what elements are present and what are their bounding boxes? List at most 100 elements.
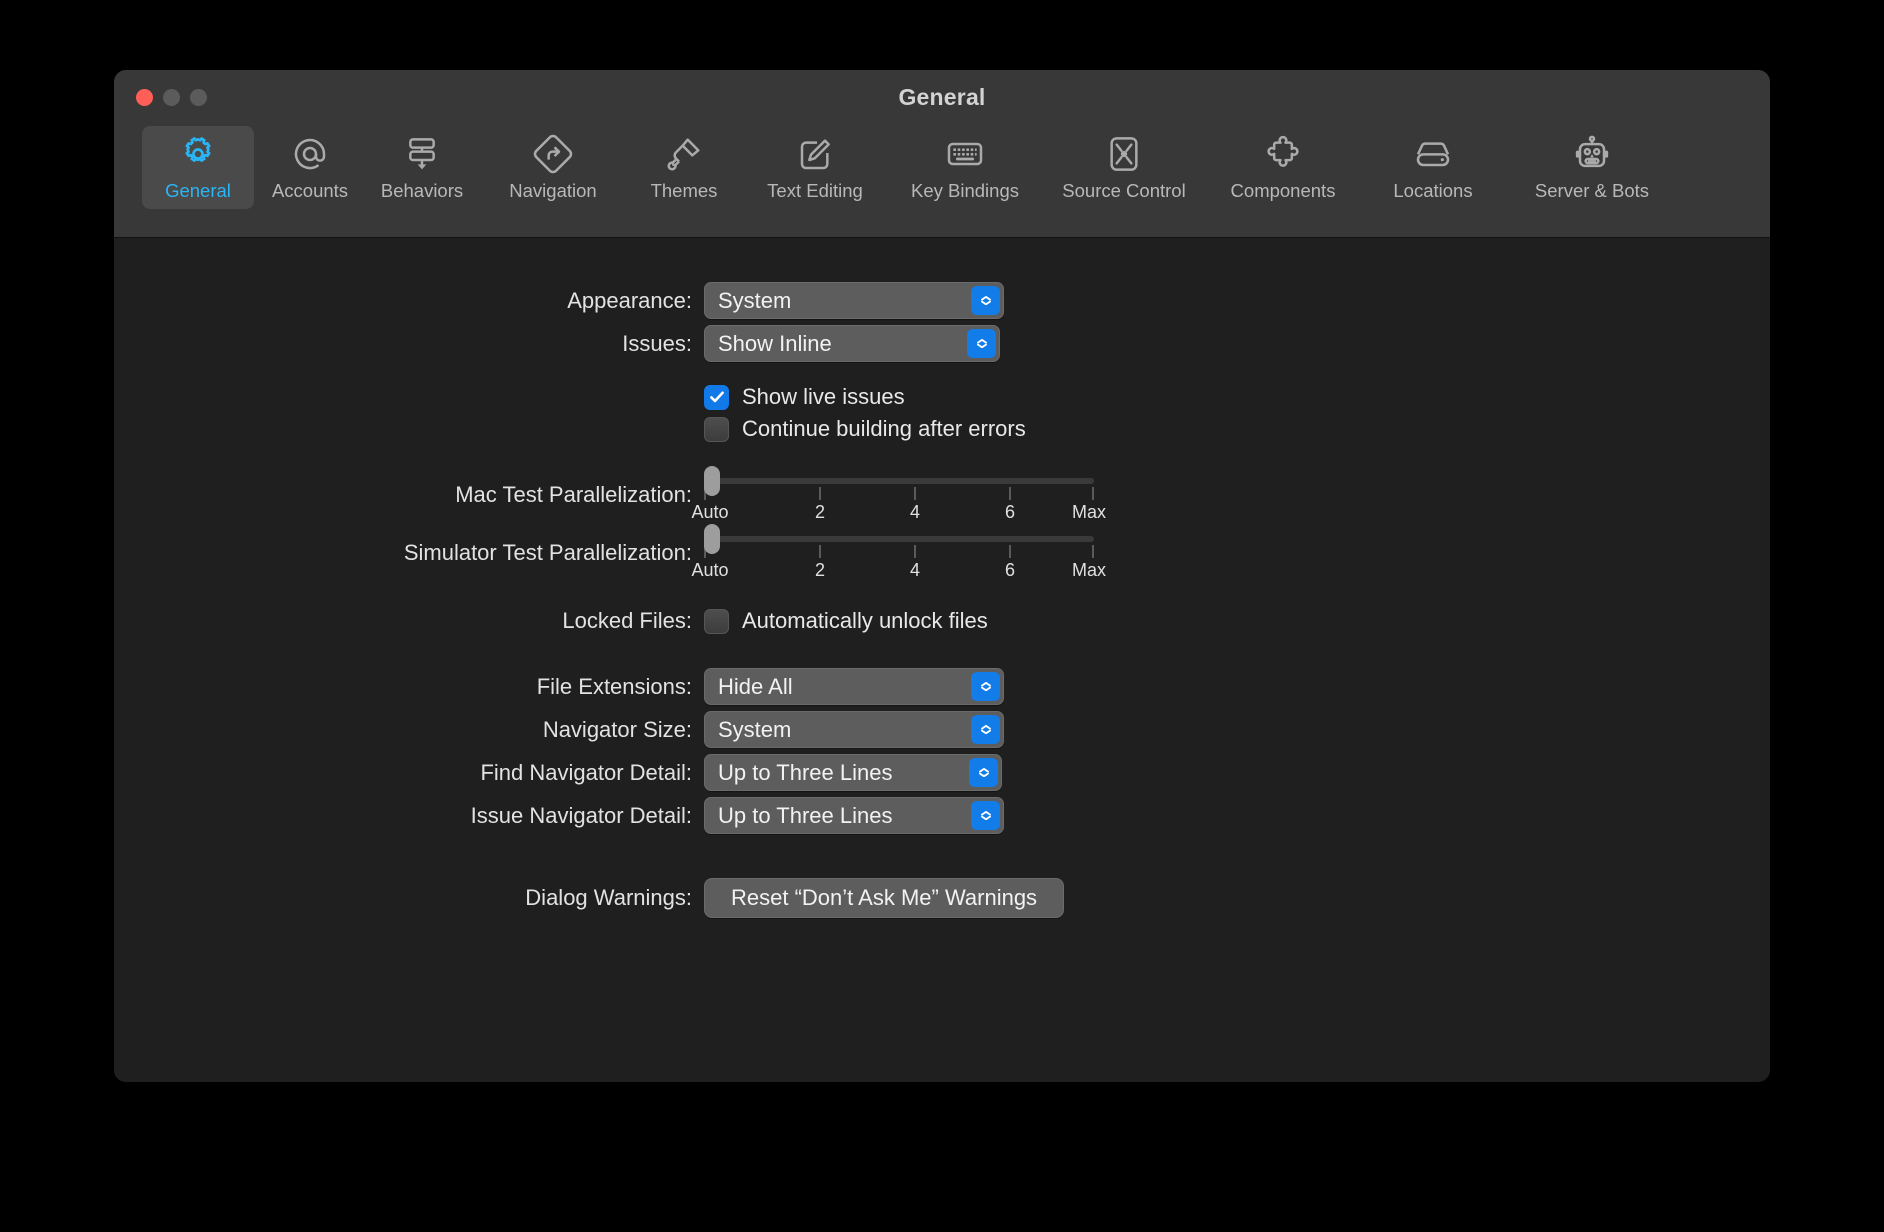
gear-icon bbox=[178, 134, 218, 174]
simulator-parallelization-slider[interactable]: Auto 2 4 6 Max bbox=[691, 524, 1106, 586]
tick-label: Auto bbox=[691, 560, 729, 580]
row-locked-files: Locked Files: Automatically unlock files bbox=[114, 608, 1770, 634]
issue-navigator-detail-popup[interactable]: Up to Three Lines bbox=[704, 797, 1004, 834]
tick-label: Auto bbox=[691, 502, 729, 522]
automatically-unlock-files-label: Automatically unlock files bbox=[742, 608, 988, 633]
tab-components[interactable]: Components bbox=[1208, 126, 1358, 209]
tab-source-control-label: Source Control bbox=[1062, 180, 1186, 201]
mac-parallelization-slider[interactable]: Auto 2 4 6 Max bbox=[691, 466, 1106, 528]
general-preferences-pane: Appearance: System Issues: Show Inline S… bbox=[114, 238, 1770, 1081]
tab-text-editing-label: Text Editing bbox=[767, 180, 863, 201]
automatically-unlock-files-checkbox[interactable] bbox=[704, 608, 729, 634]
row-navigator-size: Navigator Size: System bbox=[114, 711, 1770, 748]
chevron-updown-icon[interactable] bbox=[971, 801, 1000, 830]
show-live-issues-label: Show live issues bbox=[742, 384, 905, 409]
simulator-parallelization-label: Simulator Test Parallelization: bbox=[403, 540, 692, 565]
tab-locations-label: Locations bbox=[1393, 180, 1473, 201]
appearance-popup[interactable]: System bbox=[704, 282, 1004, 319]
row-dialog-warnings: Dialog Warnings: Reset “Don’t Ask Me” Wa… bbox=[114, 878, 1770, 918]
tab-themes-label: Themes bbox=[650, 180, 718, 201]
row-find-navigator-detail: Find Navigator Detail: Up to Three Lines bbox=[114, 754, 1770, 791]
row-mac-parallelization: Mac Test Parallelization: Auto 2 4 6 Max bbox=[114, 466, 1770, 528]
locked-files-label: Locked Files: bbox=[562, 608, 692, 633]
tab-source-control[interactable]: Source Control bbox=[1040, 126, 1208, 209]
mac-parallelization-tick-labels: Auto 2 4 6 Max bbox=[691, 502, 1106, 528]
preferences-toolbar: General Accounts Behaviors Navigation Th… bbox=[114, 126, 1770, 209]
tab-key-bindings-label: Key Bindings bbox=[911, 180, 1019, 201]
row-show-live-issues: Show live issues bbox=[114, 384, 1770, 410]
behaviors-icon bbox=[402, 134, 442, 174]
tab-server-and-bots-label: Server & Bots bbox=[1534, 180, 1650, 201]
tick-label: 6 bbox=[1004, 560, 1016, 580]
navigation-icon bbox=[533, 134, 573, 174]
paintbrush-icon bbox=[664, 134, 704, 174]
issue-navigator-detail-value: Up to Three Lines bbox=[718, 802, 893, 828]
tab-accounts-label: Accounts bbox=[271, 180, 349, 201]
tick-label: 4 bbox=[909, 560, 921, 580]
slider-thumb[interactable] bbox=[704, 524, 720, 554]
continue-building-checkbox[interactable] bbox=[704, 416, 729, 442]
find-navigator-detail-popup[interactable]: Up to Three Lines bbox=[704, 754, 1002, 791]
slider-thumb[interactable] bbox=[704, 466, 720, 496]
issue-navigator-detail-label: Issue Navigator Detail: bbox=[470, 802, 692, 828]
tab-navigation[interactable]: Navigation bbox=[478, 126, 628, 209]
tab-behaviors-label: Behaviors bbox=[380, 180, 464, 201]
show-live-issues-checkbox-row[interactable]: Show live issues bbox=[704, 384, 905, 410]
tab-accounts[interactable]: Accounts bbox=[254, 126, 366, 209]
text-editing-icon bbox=[795, 134, 835, 174]
continue-building-label: Continue building after errors bbox=[742, 416, 1026, 441]
tab-text-editing[interactable]: Text Editing bbox=[740, 126, 890, 209]
find-navigator-detail-label: Find Navigator Detail: bbox=[480, 759, 692, 785]
chevron-updown-icon[interactable] bbox=[967, 329, 996, 358]
dialog-warnings-label: Dialog Warnings: bbox=[525, 885, 692, 910]
at-sign-icon bbox=[290, 134, 330, 174]
locked-files-checkbox-row[interactable]: Automatically unlock files bbox=[704, 608, 988, 634]
chevron-updown-icon[interactable] bbox=[971, 286, 1000, 315]
chevron-updown-icon[interactable] bbox=[971, 715, 1000, 744]
mac-parallelization-label: Mac Test Parallelization: bbox=[455, 482, 692, 507]
source-control-icon bbox=[1104, 134, 1144, 174]
tab-general-label: General bbox=[165, 180, 231, 201]
file-extensions-value: Hide All bbox=[718, 673, 793, 699]
tick-label: 4 bbox=[909, 502, 921, 522]
chevron-updown-icon[interactable] bbox=[971, 672, 1000, 701]
row-simulator-parallelization: Simulator Test Parallelization: Auto 2 4… bbox=[114, 524, 1770, 586]
window-chrome: General General Accounts Behaviors Navig… bbox=[114, 70, 1770, 238]
puzzle-piece-icon bbox=[1263, 134, 1303, 174]
continue-building-checkbox-row[interactable]: Continue building after errors bbox=[704, 416, 1026, 442]
window-title: General bbox=[898, 84, 986, 110]
preferences-window: General General Accounts Behaviors Navig… bbox=[114, 70, 1770, 1082]
issues-value: Show Inline bbox=[718, 330, 832, 356]
tick-label: 6 bbox=[1004, 502, 1016, 522]
tick-label: 2 bbox=[814, 560, 826, 580]
navigator-size-label: Navigator Size: bbox=[542, 716, 692, 742]
tick-label: Max bbox=[1071, 560, 1107, 580]
show-live-issues-checkbox[interactable] bbox=[704, 384, 729, 410]
row-issue-navigator-detail: Issue Navigator Detail: Up to Three Line… bbox=[114, 797, 1770, 834]
chevron-updown-icon[interactable] bbox=[969, 758, 998, 787]
file-extensions-popup[interactable]: Hide All bbox=[704, 668, 1004, 705]
robot-icon bbox=[1572, 134, 1612, 174]
tick-label: 2 bbox=[814, 502, 826, 522]
reset-dont-ask-me-warnings-button[interactable]: Reset “Don’t Ask Me” Warnings bbox=[704, 878, 1065, 918]
keyboard-icon bbox=[945, 134, 985, 174]
tab-navigation-label: Navigation bbox=[509, 180, 597, 201]
tab-behaviors[interactable]: Behaviors bbox=[366, 126, 478, 209]
navigator-size-popup[interactable]: System bbox=[704, 711, 1004, 748]
slider-track[interactable] bbox=[704, 466, 1094, 500]
appearance-label: Appearance: bbox=[567, 287, 692, 313]
tab-general[interactable]: General bbox=[142, 126, 254, 209]
tab-server-and-bots[interactable]: Server & Bots bbox=[1508, 126, 1676, 209]
tab-locations[interactable]: Locations bbox=[1358, 126, 1508, 209]
tab-key-bindings[interactable]: Key Bindings bbox=[890, 126, 1040, 209]
tab-components-label: Components bbox=[1230, 180, 1336, 201]
find-navigator-detail-value: Up to Three Lines bbox=[718, 759, 893, 785]
slider-track[interactable] bbox=[704, 524, 1094, 558]
issues-popup[interactable]: Show Inline bbox=[704, 325, 1000, 362]
simulator-parallelization-tick-labels: Auto 2 4 6 Max bbox=[691, 560, 1106, 586]
row-appearance: Appearance: System bbox=[114, 282, 1770, 319]
appearance-value: System bbox=[718, 287, 792, 313]
navigator-size-value: System bbox=[718, 716, 792, 742]
tab-themes[interactable]: Themes bbox=[628, 126, 740, 209]
row-continue-building: Continue building after errors bbox=[114, 416, 1770, 442]
